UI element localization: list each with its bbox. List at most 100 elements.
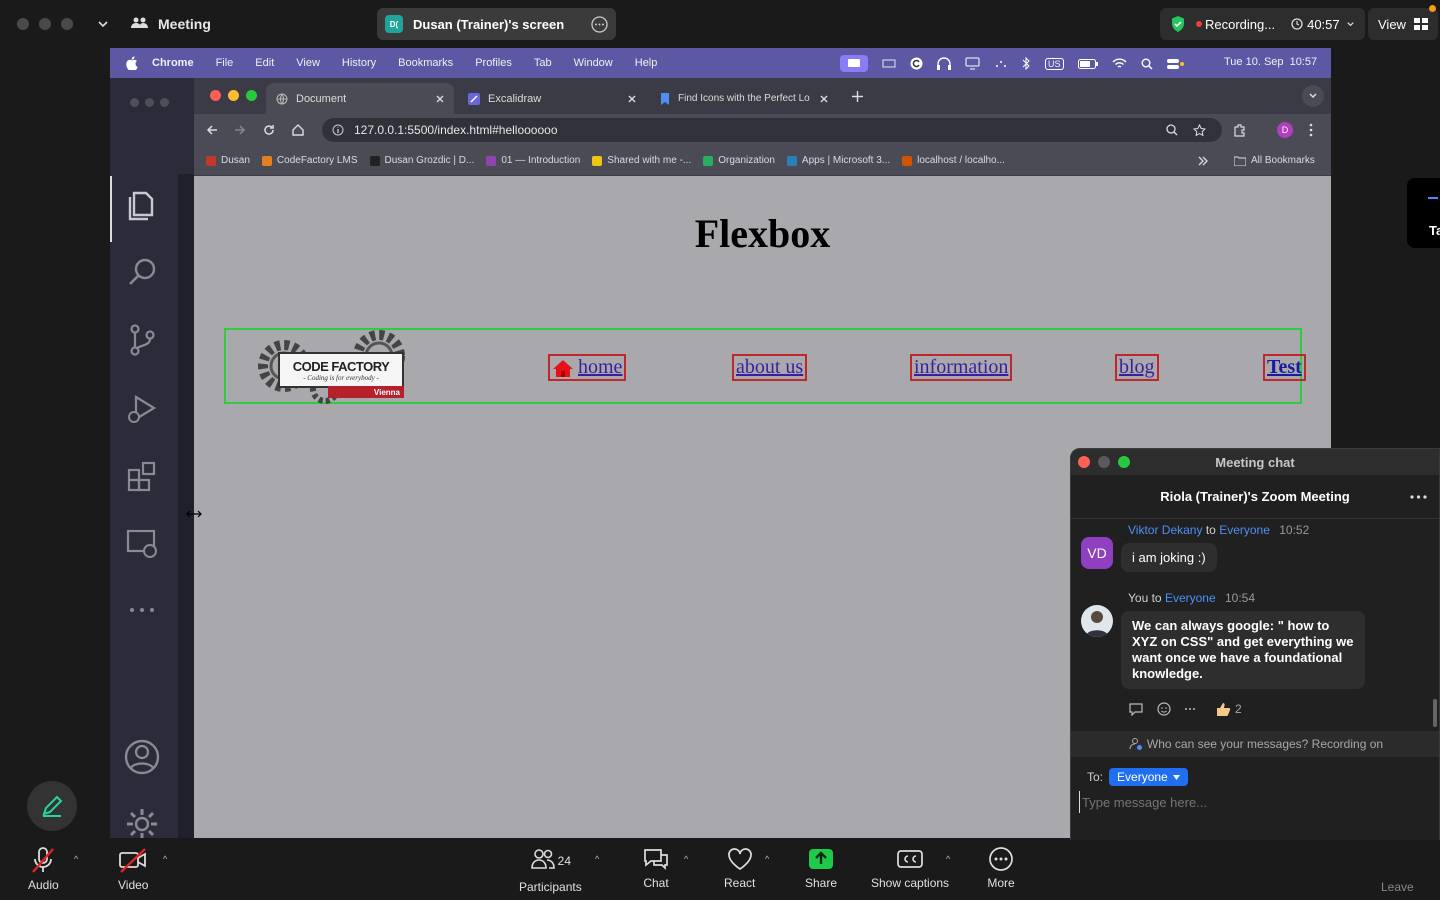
screen-mirroring-icon[interactable] [965,57,980,70]
bookmark-item[interactable]: Organization [703,155,775,166]
recording-status[interactable]: Recording... 40:57 [1160,8,1365,40]
react-options-caret[interactable]: ^ [765,854,769,864]
apple-icon[interactable] [126,56,138,70]
grammarly-icon[interactable] [910,57,923,70]
chevron-down-icon[interactable] [97,18,109,30]
extensions-puzzle-icon[interactable] [1233,123,1247,137]
back-arrow-icon[interactable] [206,124,218,136]
chat-scrollbar[interactable] [1433,699,1437,727]
reload-icon[interactable] [263,124,275,136]
extensions-icon[interactable] [122,456,162,496]
recipient-name[interactable]: Everyone [1219,523,1270,537]
control-center-icon[interactable] [1166,58,1185,70]
chrome-minimize-button[interactable] [228,90,239,101]
tab-excalidraw[interactable]: Excalidraw [458,83,646,114]
menu-profiles[interactable]: Profiles [475,57,512,69]
visibility-notice[interactable]: Who can see your messages? Recording on [1071,731,1439,757]
annotate-button[interactable] [27,781,77,831]
tab-document[interactable]: Document [266,83,454,114]
nav-link-home[interactable]: home [548,354,627,381]
headphones-icon[interactable] [937,57,951,70]
chrome-menu-icon[interactable] [1309,123,1313,137]
settings-gear-icon[interactable] [122,804,162,838]
chat-maximize-button[interactable] [1118,456,1130,468]
double-chevron-right-icon[interactable] [1198,156,1208,166]
message-bubble[interactable]: i am joking :) [1121,543,1217,572]
battery-icon[interactable] [1077,58,1098,69]
code-factory-logo[interactable]: CODE FACTORY - Coding is for everybody -… [256,330,411,404]
close-tab-icon[interactable] [820,95,828,103]
keyboard-layout[interactable]: US [1045,57,1064,70]
nav-link-about-us[interactable]: about us [732,354,808,381]
menu-bookmarks[interactable]: Bookmarks [398,57,453,69]
chat-button[interactable]: Chat [642,846,670,890]
source-control-icon[interactable] [122,320,162,360]
vscode-minimize-dot[interactable] [145,98,154,107]
menu-history[interactable]: History [342,57,376,69]
menu-tab[interactable]: Tab [534,57,552,69]
run-debug-icon[interactable] [122,388,162,428]
zoom-icon[interactable] [1166,124,1178,136]
message-input[interactable] [1079,791,1419,813]
bluetooth-icon[interactable] [1022,57,1031,70]
nav-link-information[interactable]: information [910,354,1013,381]
reaction-thumbs-up[interactable]: 2 [1216,702,1242,716]
more-views-icon[interactable] [122,590,162,630]
address-bar[interactable]: 127.0.0.1:5500/index.html#helloooooo [322,118,1222,142]
vscode-close-dot[interactable] [130,98,139,107]
bookmark-item[interactable]: Shared with me -... [592,155,691,166]
share-screen-button[interactable]: Share [805,846,837,890]
add-reaction-icon[interactable] [1157,701,1172,716]
video-button[interactable]: Video [118,846,148,892]
new-tab-plus-icon[interactable] [852,91,863,102]
profile-avatar[interactable]: D [1277,122,1293,138]
chrome-maximize-button[interactable] [246,90,257,101]
all-bookmarks-button[interactable]: All Bookmarks [1234,155,1315,166]
menu-chrome[interactable]: Chrome [152,57,194,69]
site-info-icon[interactable] [332,124,344,136]
menu-file[interactable]: File [216,57,234,69]
chat-options-caret[interactable]: ^ [684,854,688,864]
reply-thread-icon[interactable] [1129,702,1145,716]
bookmark-item[interactable]: localhost / localho... [902,155,1005,166]
captions-options-caret[interactable]: ^ [946,854,950,864]
menu-bar-datetime[interactable]: Tue 10. Sep 10:57 [1224,56,1317,68]
vscode-maximize-dot[interactable] [160,98,169,107]
bookmark-item[interactable]: 01 — Introduction [486,155,580,166]
screen-share-status-icon[interactable] [840,55,868,72]
bookmark-item[interactable]: CodeFactory LMS [261,155,358,166]
recipient-name[interactable]: Everyone [1165,591,1216,605]
menu-edit[interactable]: Edit [255,57,274,69]
explorer-files-icon[interactable] [122,185,162,225]
recipient-dropdown[interactable]: Everyone [1109,768,1188,786]
tab-search-button[interactable] [1302,85,1324,107]
leave-button[interactable]: Leave [1381,880,1414,894]
minimize-window-button[interactable] [39,17,51,30]
shared-screen-indicator[interactable]: D( Dusan (Trainer)'s screen [377,8,616,40]
forward-arrow-icon[interactable] [234,124,246,136]
side-panel-tab[interactable]: Ta [1407,178,1440,248]
menu-view[interactable]: View [296,57,320,69]
display-icon[interactable] [882,58,896,70]
menu-help[interactable]: Help [635,57,658,69]
view-button[interactable]: View [1368,8,1438,40]
account-icon[interactable] [122,737,162,777]
audio-options-caret[interactable]: ^ [74,854,78,864]
more-dots-icon[interactable] [1184,707,1196,711]
sender-name[interactable]: Viktor Dekany [1128,523,1202,537]
bookmark-item[interactable]: Dusan [206,155,250,166]
react-button[interactable]: React [724,846,755,890]
close-window-button[interactable] [17,17,29,30]
more-options-icon[interactable] [1410,494,1427,499]
nav-link-test[interactable]: Test [1263,354,1306,381]
tab-find-icons[interactable]: Find Icons with the Perfect Lo [650,83,838,114]
chevron-down-icon[interactable] [1346,20,1355,29]
bookmark-star-icon[interactable] [1193,123,1206,137]
chat-minimize-button[interactable] [1098,456,1110,468]
chrome-close-button[interactable] [210,90,221,101]
nav-link-blog[interactable]: blog [1115,354,1159,381]
show-captions-button[interactable]: Show captions [871,846,949,890]
audio-button[interactable]: Audio [28,846,59,892]
maximize-window-button[interactable] [61,17,73,30]
close-tab-icon[interactable] [628,95,636,103]
